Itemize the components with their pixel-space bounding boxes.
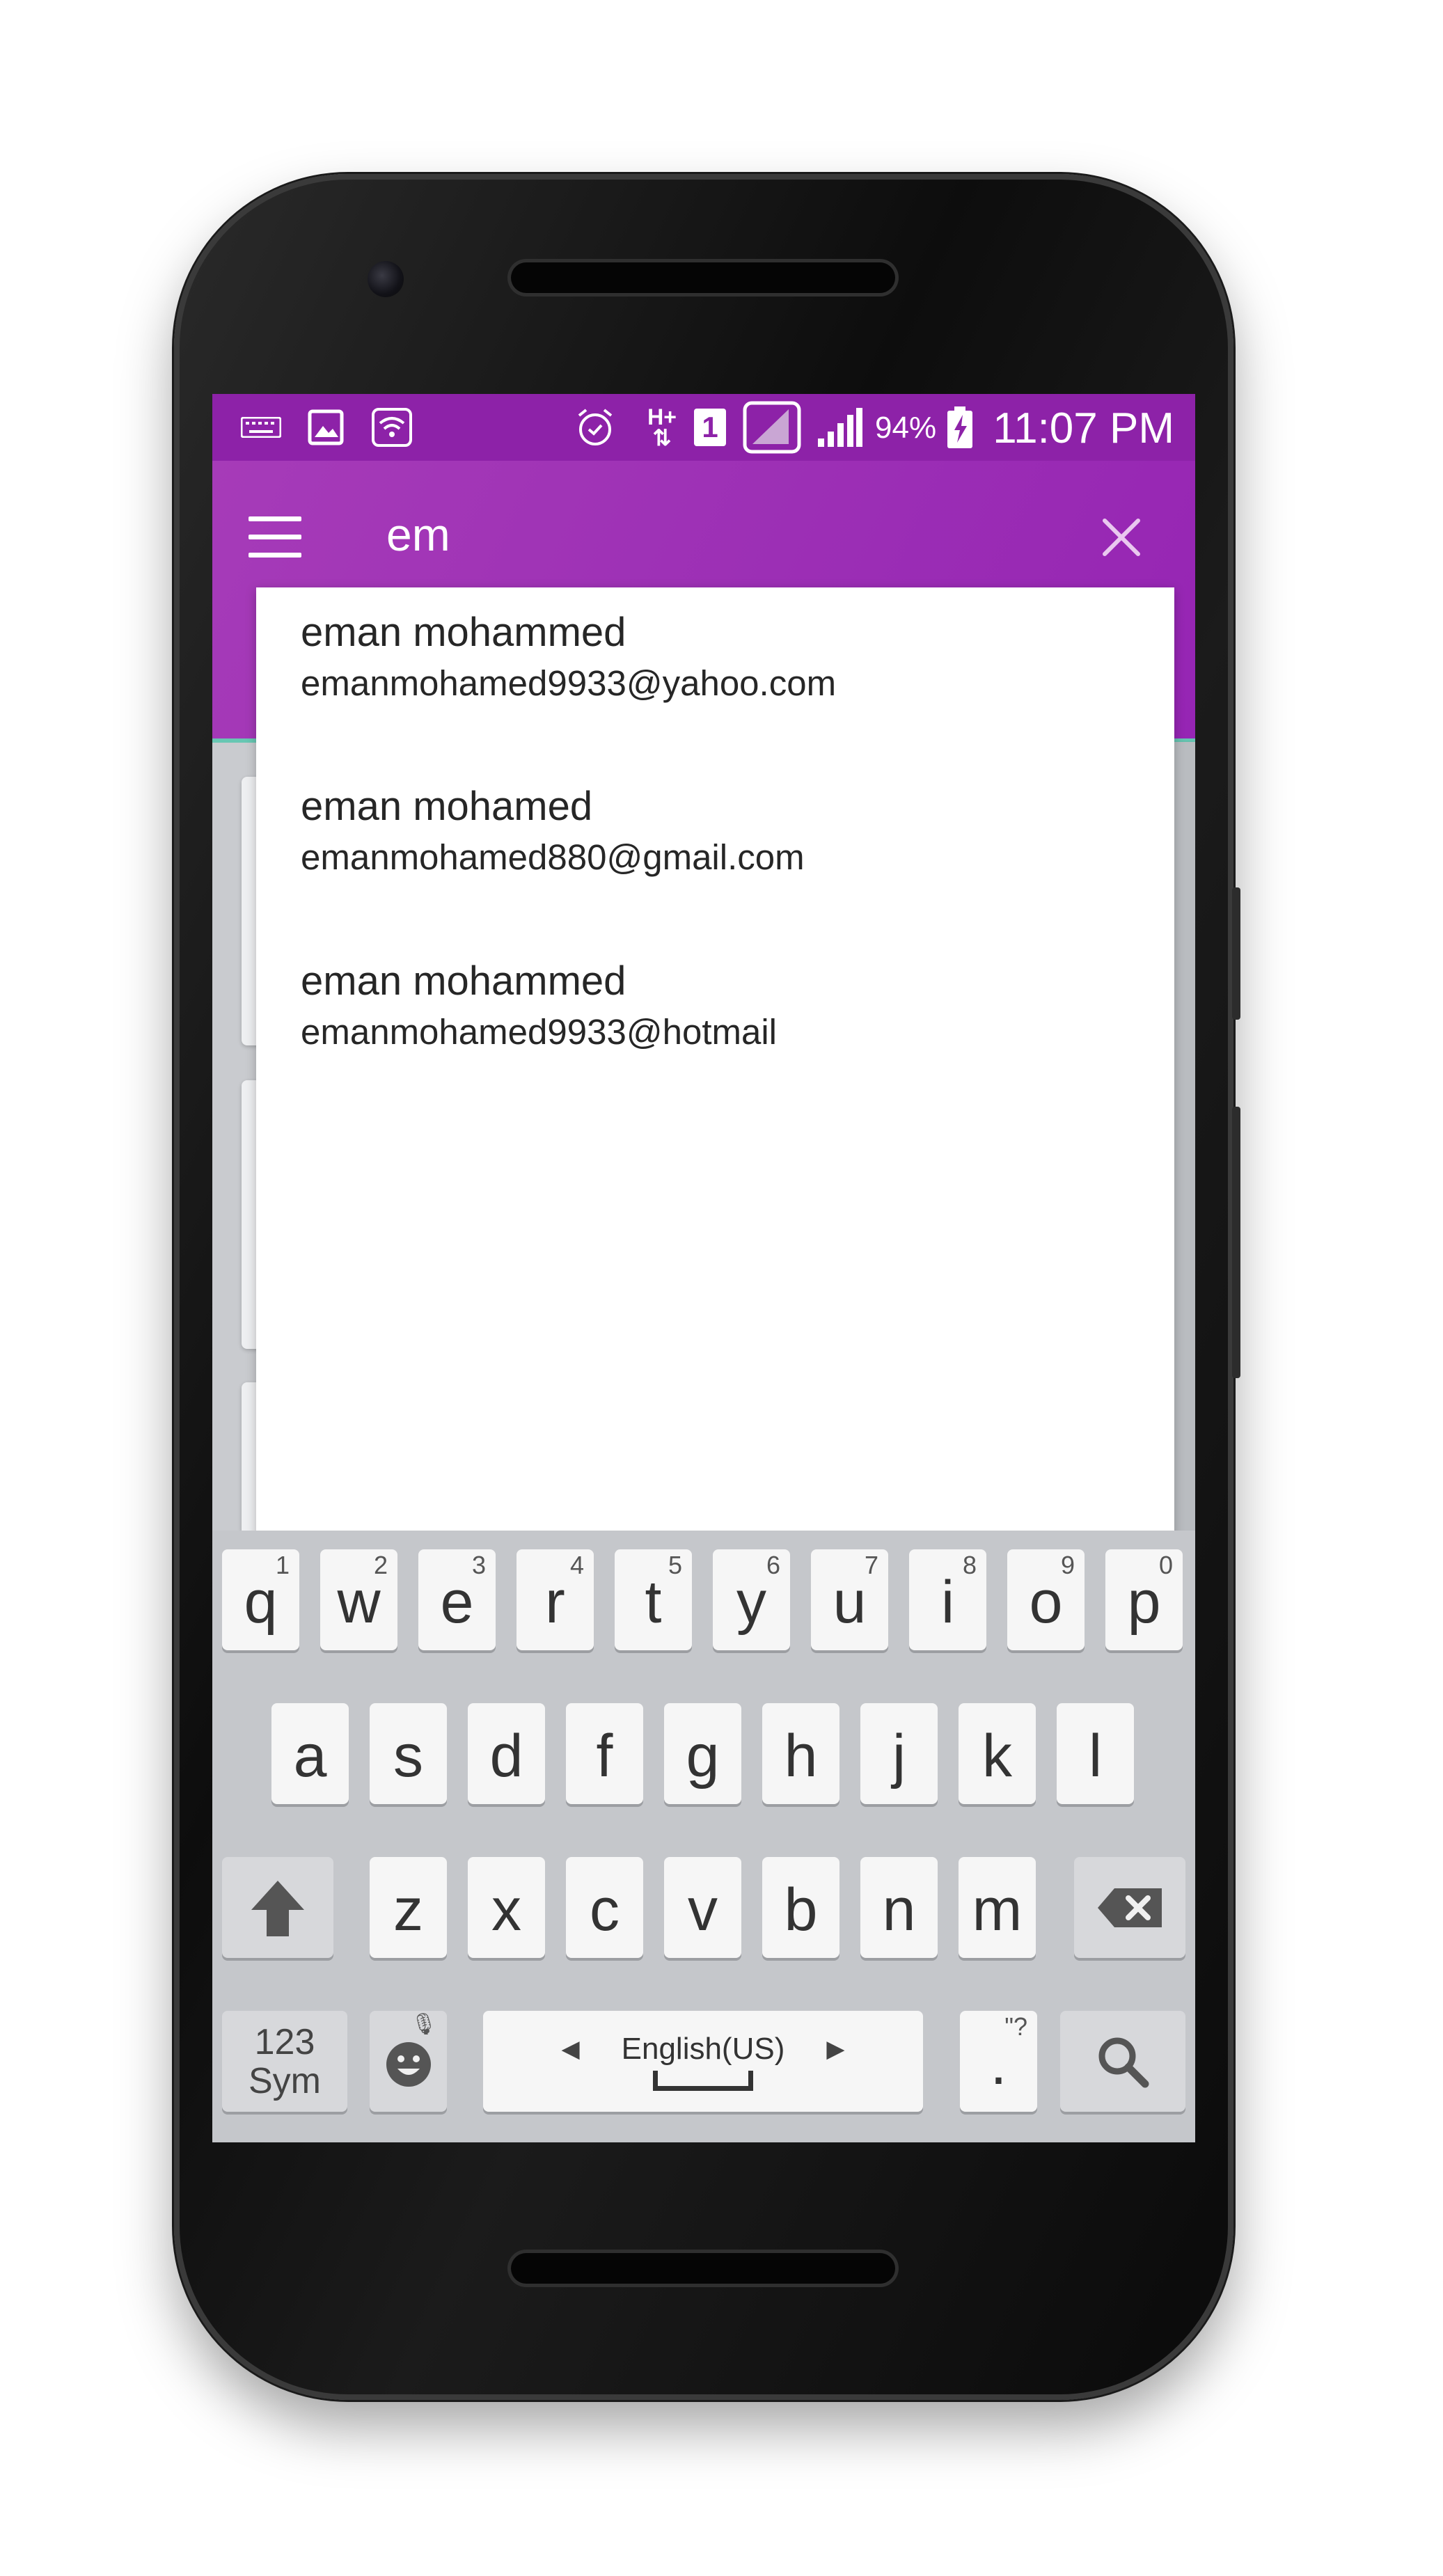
data-arrows-icon: H+ ⇅ bbox=[647, 404, 677, 450]
suggestion-email: emanmohamed9933@hotmail bbox=[301, 1012, 777, 1052]
key-a[interactable]: a bbox=[271, 1703, 349, 1804]
period-key-hint: "? bbox=[1004, 2012, 1027, 2041]
no-signal-icon bbox=[743, 401, 801, 454]
volume-button bbox=[1232, 887, 1240, 1020]
key-z[interactable]: z bbox=[370, 1857, 447, 1958]
key-v[interactable]: v bbox=[664, 1857, 741, 1958]
suggestion-email: emanmohamed9933@yahoo.com bbox=[301, 663, 837, 703]
key-h[interactable]: h bbox=[762, 1703, 839, 1804]
suggestion-item[interactable]: eman mohammed emanmohamed9933@hotmail bbox=[301, 957, 777, 1054]
sim-icon: 1 bbox=[693, 408, 727, 447]
key-k[interactable]: k bbox=[959, 1703, 1036, 1804]
search-input[interactable]: em bbox=[386, 508, 1013, 561]
symbols-key-bottom: Sym bbox=[249, 2060, 321, 2101]
sim-slot-number: 1 bbox=[694, 409, 726, 446]
key-o[interactable]: 9o bbox=[1007, 1549, 1085, 1650]
key-f[interactable]: f bbox=[566, 1703, 643, 1804]
key-t[interactable]: 5t bbox=[615, 1549, 692, 1650]
search-icon bbox=[1098, 2037, 1149, 2087]
space-language-label: English(US) bbox=[621, 2032, 785, 2066]
key-s[interactable]: s bbox=[370, 1703, 447, 1804]
backspace-icon bbox=[1098, 1888, 1162, 1927]
symbols-key[interactable]: 123 Sym bbox=[222, 2011, 347, 2112]
space-icon bbox=[653, 2071, 753, 2091]
network-type: H+ bbox=[647, 404, 677, 429]
prev-language-icon: ◀ bbox=[561, 2036, 580, 2062]
key-m[interactable]: m bbox=[959, 1857, 1036, 1958]
backspace-key[interactable] bbox=[1074, 1857, 1185, 1958]
shift-key[interactable] bbox=[222, 1857, 333, 1958]
key-i[interactable]: 8i bbox=[909, 1549, 986, 1650]
next-language-icon: ▶ bbox=[826, 2036, 845, 2062]
hamburger-menu-icon[interactable] bbox=[249, 516, 304, 558]
shift-arrow-icon bbox=[251, 1880, 304, 1936]
search-suggestions: eman mohammed emanmohamed9933@yahoo.com … bbox=[256, 587, 1174, 1544]
image-icon bbox=[306, 408, 345, 447]
key-p[interactable]: 0p bbox=[1105, 1549, 1183, 1650]
battery-charging-icon bbox=[945, 406, 975, 448]
key-b[interactable]: b bbox=[762, 1857, 839, 1958]
clock: 11:07 PM bbox=[993, 404, 1174, 452]
space-bar[interactable]: ◀ English(US) ▶ bbox=[483, 2011, 923, 2112]
battery-percent: 94% bbox=[875, 411, 937, 445]
key-c[interactable]: c bbox=[566, 1857, 643, 1958]
key-l[interactable]: l bbox=[1057, 1703, 1134, 1804]
keyboard-icon bbox=[240, 408, 282, 447]
key-r[interactable]: 4r bbox=[517, 1549, 594, 1650]
suggestion-name: eman mohamed bbox=[301, 784, 593, 829]
symbols-key-top: 123 bbox=[254, 2021, 315, 2062]
key-q[interactable]: 1q bbox=[222, 1549, 299, 1650]
suggestion-name: eman mohammed bbox=[301, 958, 626, 1004]
key-j[interactable]: j bbox=[860, 1703, 938, 1804]
suggestion-item[interactable]: eman mohammed emanmohamed9933@yahoo.com bbox=[301, 608, 836, 706]
emoji-icon bbox=[386, 2041, 431, 2087]
key-g[interactable]: g bbox=[664, 1703, 741, 1804]
key-x[interactable]: x bbox=[468, 1857, 545, 1958]
screen: H+ ⇅ 1 94% 11:07 PM em eman mohammed ema… bbox=[212, 394, 1195, 2142]
suggestion-email: emanmohamed880@gmail.com bbox=[301, 837, 805, 877]
signal-icon bbox=[815, 408, 864, 447]
alarm-icon bbox=[574, 408, 616, 447]
soft-keyboard: 1q 2w 3e 4r 5t 6y 7u 8i 9o 0p a s d f g … bbox=[212, 1531, 1195, 2142]
suggestion-item[interactable]: eman mohamed emanmohamed880@gmail.com bbox=[301, 782, 805, 880]
clear-search-icon[interactable] bbox=[1095, 511, 1148, 564]
emoji-key[interactable]: 🎙 bbox=[370, 2011, 447, 2112]
key-w[interactable]: 2w bbox=[320, 1549, 397, 1650]
key-y[interactable]: 6y bbox=[713, 1549, 790, 1650]
key-n[interactable]: n bbox=[860, 1857, 938, 1958]
earpiece-speaker bbox=[511, 262, 895, 293]
period-key[interactable]: "? . bbox=[960, 2011, 1037, 2112]
status-bar: H+ ⇅ 1 94% 11:07 PM bbox=[212, 394, 1195, 461]
search-key[interactable] bbox=[1060, 2011, 1185, 2112]
wifi-hotspot-icon bbox=[371, 408, 413, 447]
power-button bbox=[1232, 1107, 1240, 1378]
key-u[interactable]: 7u bbox=[811, 1549, 888, 1650]
key-e[interactable]: 3e bbox=[418, 1549, 496, 1650]
bottom-speaker bbox=[511, 2253, 895, 2284]
mic-hint-icon: 🎙 bbox=[410, 2013, 437, 2036]
key-d[interactable]: d bbox=[468, 1703, 545, 1804]
front-camera bbox=[368, 261, 404, 297]
suggestion-name: eman mohammed bbox=[301, 610, 626, 655]
